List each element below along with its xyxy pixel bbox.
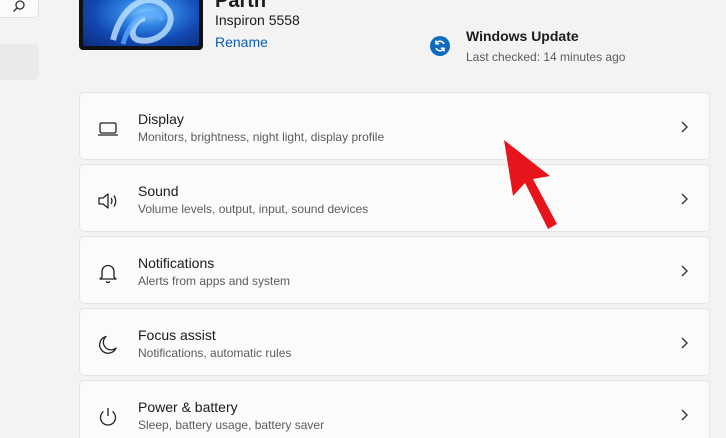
speaker-icon bbox=[96, 189, 120, 213]
windows-update-status: Last checked: 14 minutes ago bbox=[466, 50, 626, 64]
settings-item-focus-assist[interactable]: Focus assist Notifications, automatic ru… bbox=[79, 308, 710, 376]
wallpaper-image bbox=[83, 0, 199, 46]
device-model: Inspiron 5558 bbox=[215, 12, 300, 28]
sidebar-selected-item[interactable] bbox=[0, 44, 39, 80]
chevron-right-icon bbox=[679, 336, 689, 355]
annotation-arrow bbox=[504, 140, 557, 229]
settings-item-title: Focus assist bbox=[138, 327, 216, 343]
windows-update-icon[interactable] bbox=[430, 36, 450, 56]
settings-item-notifications[interactable]: Notifications Alerts from apps and syste… bbox=[79, 236, 710, 304]
moon-icon bbox=[96, 333, 120, 357]
settings-item-display[interactable]: Display Monitors, brightness, night ligh… bbox=[79, 92, 710, 160]
settings-item-description: Volume levels, output, input, sound devi… bbox=[138, 202, 369, 216]
device-thumbnail bbox=[79, 0, 203, 50]
settings-item-description: Sleep, battery usage, battery saver bbox=[138, 418, 325, 432]
settings-item-description: Alerts from apps and system bbox=[138, 274, 291, 288]
power-icon bbox=[96, 405, 120, 429]
settings-item-title: Notifications bbox=[138, 255, 215, 271]
settings-item-sound[interactable]: Sound Volume levels, output, input, soun… bbox=[79, 164, 710, 232]
bell-icon bbox=[96, 261, 120, 285]
chevron-right-icon bbox=[679, 408, 689, 427]
settings-item-title: Power & battery bbox=[138, 399, 238, 415]
chevron-right-icon bbox=[679, 120, 689, 139]
settings-item-description: Notifications, automatic rules bbox=[138, 346, 292, 360]
search-box[interactable] bbox=[0, 0, 39, 18]
rename-link[interactable]: Rename bbox=[215, 34, 268, 50]
search-icon bbox=[13, 0, 25, 12]
settings-item-power-battery[interactable]: Power & battery Sleep, battery usage, ba… bbox=[79, 380, 710, 438]
settings-item-title: Sound bbox=[138, 183, 179, 199]
settings-item-description: Monitors, brightness, night light, displ… bbox=[138, 130, 385, 144]
windows-update-title[interactable]: Windows Update bbox=[466, 28, 579, 44]
settings-item-title: Display bbox=[138, 111, 184, 127]
chevron-right-icon bbox=[679, 192, 689, 211]
monitor-icon bbox=[96, 117, 120, 141]
chevron-right-icon bbox=[679, 264, 689, 283]
